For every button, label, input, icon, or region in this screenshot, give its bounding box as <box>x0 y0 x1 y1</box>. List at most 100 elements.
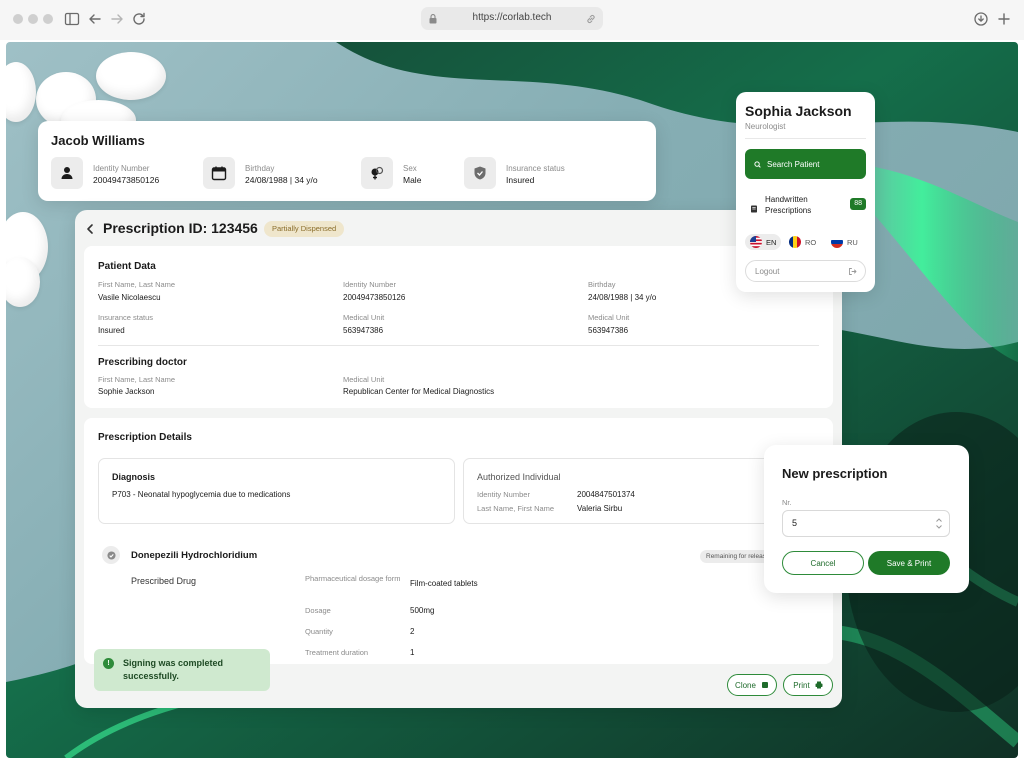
identity-value: 20049473850126 <box>93 175 160 185</box>
diagnosis-value: P703 - Neonatal hypoglycemia due to medi… <box>112 490 291 499</box>
handwritten-count-badge: 88 <box>850 198 866 210</box>
search-patient-label: Search Patient <box>767 159 820 169</box>
clone-label: Clone <box>735 680 756 690</box>
search-patient-button[interactable]: Search Patient <box>745 149 866 179</box>
identity-label: Identity Number <box>93 164 150 173</box>
window-close-dot[interactable] <box>13 14 23 24</box>
dosage-form-label: Pharmaceutical dosage form <box>305 574 401 583</box>
new-prescription-dialog: New prescription Nr. 5 Cancel Save & Pri… <box>764 445 969 593</box>
copy-icon <box>761 682 768 688</box>
drug-name: Donepezili Hydrochloridium <box>131 550 258 561</box>
sex-label: Sex <box>403 164 417 173</box>
toast-message: Signing was completed successfully. <box>123 658 224 681</box>
browser-toolbar: https://corlab.tech <box>0 0 1024 40</box>
shield-icon <box>464 157 496 189</box>
check-icon <box>102 546 120 564</box>
sex-value: Male <box>403 175 422 185</box>
patient-medical-unit2-value: 563947386 <box>588 326 629 335</box>
reload-icon[interactable] <box>130 10 148 28</box>
dosage-value: 500mg <box>410 606 435 615</box>
language-ro-label: RO <box>805 237 817 247</box>
doctor-name-value: Sophie Jackson <box>98 387 155 396</box>
diagnosis-heading: Diagnosis <box>112 472 156 482</box>
printer-icon <box>815 681 823 689</box>
doctor-name: Sophia Jackson <box>745 103 852 119</box>
auth-identity-label: Identity Number <box>477 490 530 499</box>
patient-birthday-label: Birthday <box>588 280 616 289</box>
authorized-heading: Authorized Individual <box>477 472 561 482</box>
back-arrow-icon[interactable] <box>84 222 96 234</box>
nr-label: Nr. <box>782 498 792 507</box>
nr-number-input[interactable]: 5 <box>782 510 950 537</box>
language-en[interactable]: EN <box>745 234 782 250</box>
insurance-value: Insured <box>506 175 535 185</box>
ru-flag-icon <box>831 236 843 248</box>
language-ru[interactable]: RU <box>826 234 863 250</box>
patient-name: Jacob Williams <box>51 133 145 148</box>
search-icon <box>754 160 761 168</box>
dosage-label: Dosage <box>305 606 331 615</box>
clone-button[interactable]: Clone <box>727 674 777 696</box>
success-toast[interactable]: ! Signing was completed successfully. <box>94 649 270 691</box>
patient-identity-label: Identity Number <box>343 280 396 289</box>
handwritten-prescriptions-item[interactable]: Handwritten Prescriptions 88 <box>750 193 866 217</box>
logout-label: Logout <box>755 266 780 276</box>
print-button[interactable]: Print <box>783 674 833 696</box>
prescription-title: Prescription ID: 123456 <box>103 220 258 236</box>
auth-name-value: Valeria Sirbu <box>577 504 623 513</box>
calendar-icon <box>203 157 235 189</box>
save-and-print-button[interactable]: Save & Print <box>868 551 950 575</box>
patient-birthday-value: 24/08/1988 | 34 y/o <box>588 293 657 302</box>
patient-insurance-value: Insured <box>98 326 125 335</box>
birthday-label: Birthday <box>245 164 275 173</box>
prescription-panel: Prescription ID: 123456 Partially Dispen… <box>75 210 842 708</box>
prescribed-drug-label: Prescribed Drug <box>131 576 197 586</box>
diagnosis-box: Diagnosis P703 - Neonatal hypoglycemia d… <box>98 458 455 524</box>
doctor-name-label: First Name, Last Name <box>98 375 176 384</box>
auth-name-label: Last Name, First Name <box>477 504 555 513</box>
status-badge: Partially Dispensed <box>264 221 345 237</box>
patient-data-heading: Patient Data <box>98 261 156 272</box>
download-icon[interactable] <box>972 10 990 28</box>
authorized-individual-box: Authorized Individual Identity Number 20… <box>463 458 803 524</box>
prescription-details-section: Prescription Details Diagnosis P703 - Ne… <box>84 418 833 664</box>
ro-flag-icon <box>789 236 801 248</box>
logout-icon <box>849 268 857 275</box>
auth-identity-value: 2004847501374 <box>577 490 635 499</box>
patient-insurance-label: Insurance status <box>98 313 154 322</box>
doctor-unit-label: Medical Unit <box>343 375 385 384</box>
prescription-details-heading: Prescription Details <box>98 432 192 443</box>
document-icon <box>750 200 758 213</box>
address-bar[interactable]: https://corlab.tech <box>421 7 603 30</box>
window-maximize-dot[interactable] <box>43 14 53 24</box>
dialog-title: New prescription <box>782 466 888 481</box>
new-tab-plus-icon[interactable] <box>995 10 1013 28</box>
patient-identity-value: 20049473850126 <box>343 293 406 302</box>
language-en-label: EN <box>766 237 777 247</box>
info-icon: ! <box>103 658 114 669</box>
handwritten-label: Handwritten Prescriptions <box>765 195 812 215</box>
address-bar-url: https://corlab.tech <box>472 12 552 23</box>
stepper-arrows-icon[interactable] <box>934 515 944 532</box>
language-ro[interactable]: RO <box>784 234 821 250</box>
back-arrow-icon[interactable] <box>86 10 104 28</box>
language-ru-label: RU <box>847 237 858 247</box>
logout-button[interactable]: Logout <box>745 260 866 282</box>
window-minimize-dot[interactable] <box>28 14 38 24</box>
patient-medical-unit-value: 563947386 <box>343 326 384 335</box>
nr-input-value: 5 <box>792 518 798 528</box>
patient-data-section: Patient Data First Name, Last Name Vasil… <box>84 246 833 408</box>
insurance-label: Insurance status <box>506 164 565 173</box>
forward-arrow-icon[interactable] <box>108 10 126 28</box>
prescribing-doctor-heading: Prescribing doctor <box>98 357 187 368</box>
sidebar-toggle-icon[interactable] <box>63 10 81 28</box>
link-icon[interactable] <box>585 12 597 24</box>
cancel-button[interactable]: Cancel <box>782 551 864 575</box>
pill-image <box>96 52 166 100</box>
doctor-menu-card: Sophia Jackson Neurologist Search Patien… <box>736 92 875 292</box>
us-flag-icon <box>750 236 762 248</box>
duration-label: Treatment duration <box>305 648 369 657</box>
duration-value: 1 <box>410 648 415 657</box>
patient-summary-card: Jacob Williams Identity Number 200494738… <box>38 121 656 201</box>
patient-name-label: First Name, Last Name <box>98 280 176 289</box>
